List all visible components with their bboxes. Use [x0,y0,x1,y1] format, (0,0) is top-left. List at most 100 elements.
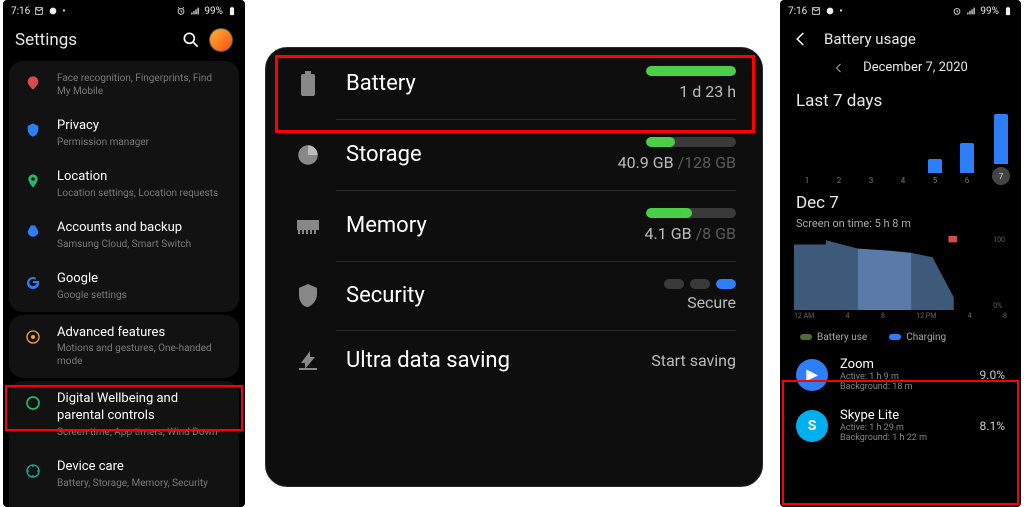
alarm-icon [952,6,962,16]
battery-label: Battery [346,71,646,96]
accounts-icon [23,222,43,242]
advanced-icon [23,327,43,347]
device-care-memory[interactable]: Memory 4.1 GB /8 GB [266,190,762,261]
status-time: 7:16 [11,6,30,17]
settings-row-biometrics[interactable]: Face recognition, Fingerprints, Find My … [9,61,239,108]
row-subtitle: Google settings [57,289,227,302]
location-icon [23,171,43,191]
settings-header: Settings [3,22,245,58]
battery-usage-screen: 7:16 • 99% Battery usage December 7, 202… [780,0,1021,507]
row-subtitle: Permission manager [57,136,227,149]
bar-day-6[interactable]: 6 [960,143,974,185]
settings-row-accounts[interactable]: Accounts and backup Samsung Cloud, Smart… [9,210,239,261]
profile-avatar[interactable] [209,28,233,52]
app-active: Active: 1 h 9 m [840,372,968,382]
legend-charging-chip [889,334,901,340]
device-care-security[interactable]: Security Secure [266,261,762,330]
device-care-panel: Battery 1 d 23 h Storage 40.9 GB /128 GB… [265,47,763,487]
settings-row-apps[interactable]: Apps Default apps, Permission manager [9,500,239,507]
privacy-icon [23,120,43,140]
memory-icon [292,216,324,236]
app-icon: S [796,410,828,442]
status-bar: 7:16 • 99% [3,0,245,22]
app-name: Zoom [840,357,968,372]
bar-day-3[interactable]: 3 [864,173,878,185]
row-label: Device care [57,459,227,476]
device-care-storage[interactable]: Storage 40.9 GB /128 GB [266,119,762,190]
bar-day-5[interactable]: 5 [928,159,942,185]
settings-row-location[interactable]: Location Location settings, Location req… [9,159,239,210]
weekly-bar-chart[interactable]: 1 2 3 4 567 [780,115,1021,185]
security-value: Secure [664,293,736,312]
more-icon: • [62,6,65,17]
status-battery-pct: 99% [980,6,999,17]
app-row-zoom[interactable]: ▶ Zoom Active: 1 h 9 m Background: 18 m … [780,349,1021,400]
app-active: Active: 1 h 29 m [840,423,968,433]
google-icon [23,273,43,293]
row-subtitle: Battery, Storage, Memory, Security [57,477,227,490]
legend-battery-label: Battery use [817,332,867,343]
device-care-battery[interactable]: Battery 1 d 23 h [266,48,762,119]
settings-row-devicecare[interactable]: Device care Battery, Storage, Memory, Se… [9,449,239,500]
row-subtitle: Location settings, Location requests [57,187,227,200]
day-label: Dec 7 [780,185,1021,217]
bar-day-7[interactable]: 7 [992,114,1010,185]
memory-label: Memory [346,213,645,238]
devicecare-icon [23,461,43,481]
row-label: Accounts and backup [57,220,227,237]
settings-row-privacy[interactable]: Privacy Permission manager [9,108,239,159]
skype-icon [825,6,835,16]
y-min: 0% [993,302,1005,310]
row-subtitle: Samsung Cloud, Smart Switch [57,238,227,251]
selected-day-badge: 7 [992,167,1010,185]
app-row-skype-lite[interactable]: S Skype Lite Active: 1 h 29 m Background… [780,400,1021,451]
battery-area-chart[interactable]: 100 0% [794,236,1007,310]
battery-progress [646,66,736,76]
security-icon [292,283,324,309]
battery-icon [292,70,324,98]
memory-value: 4.1 GB /8 GB [645,224,736,243]
mail-icon [34,6,44,16]
ultradata-icon [292,349,324,373]
row-label: Location [57,169,227,186]
security-dots [664,279,736,289]
storage-icon [292,142,324,168]
bar-day-1[interactable]: 1 [800,173,814,185]
storage-value: 40.9 GB /128 GB [618,153,736,172]
x-axis-labels: 12 AM4812 PM48 [780,310,1021,326]
storage-label: Storage [346,142,618,167]
selected-date: December 7, 2020 [863,60,968,75]
wellbeing-icon [23,393,43,413]
page-title: Settings [15,30,173,50]
app-background: Background: 1 h 22 m [840,433,968,443]
row-subtitle: Face recognition, Fingerprints, Find My … [57,72,227,98]
bar-day-2[interactable]: 2 [832,173,846,185]
security-label: Security [346,283,664,308]
device-care-ultradata[interactable]: Ultra data saving Start saving [266,330,762,391]
settings-screen: 7:16 • 99% Settings Face recognition, Fi… [3,0,245,507]
date-selector: December 7, 2020 [780,56,1021,83]
battery-icon [227,6,237,16]
row-label: Advanced features [57,325,227,342]
battery-icon [1003,6,1013,16]
mail-icon [811,6,821,16]
skype-icon [48,6,58,16]
app-icon: ▶ [796,359,828,391]
chevron-left-icon[interactable] [833,62,845,74]
search-icon[interactable] [181,30,201,50]
row-subtitle: Screen time, App timers, Wind Down [57,426,227,439]
app-name: Skype Lite [840,408,968,423]
status-time: 7:16 [788,6,807,17]
y-max: 100 [993,236,1005,244]
app-percent: 9.0% [980,368,1005,382]
legend-battery-chip [800,334,812,340]
legend-charging-label: Charging [906,332,946,343]
status-bar: 7:16 • 99% [780,0,1021,22]
settings-row-advanced[interactable]: Advanced features Motions and gestures, … [9,315,239,379]
settings-row-google[interactable]: Google Google settings [9,261,239,312]
ultradata-label: Ultra data saving [346,348,651,373]
last-7-days-title: Last 7 days [780,83,1021,115]
bar-day-4[interactable]: 4 [896,173,910,185]
back-icon[interactable] [792,30,810,48]
settings-row-wellbeing[interactable]: Digital Wellbeing and parental controls … [9,381,239,449]
